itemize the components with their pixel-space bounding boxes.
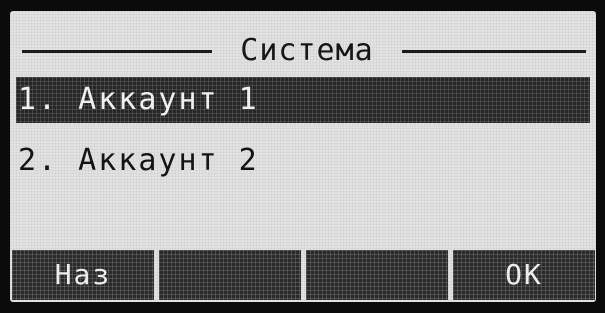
phone-bezel: Система 1. Аккаунт 1 2. Аккаунт 2 Наз OK (0, 0, 605, 313)
softkey-ok[interactable]: OK (453, 250, 595, 300)
softkey-3[interactable] (306, 250, 448, 300)
softkey-bar: Наз OK (12, 250, 595, 300)
screen-header: Система (10, 31, 596, 71)
softkey-2[interactable] (159, 250, 301, 300)
menu-item-account-1[interactable]: 1. Аккаунт 1 (16, 77, 590, 123)
softkey-back[interactable]: Наз (12, 250, 154, 300)
lcd-screen: Система 1. Аккаунт 1 2. Аккаунт 2 Наз OK (10, 11, 596, 302)
header-rule-left (22, 50, 212, 53)
screen-title: Система (240, 33, 374, 68)
header-rule-right (402, 50, 586, 53)
menu-item-account-2[interactable]: 2. Аккаунт 2 (16, 138, 590, 184)
